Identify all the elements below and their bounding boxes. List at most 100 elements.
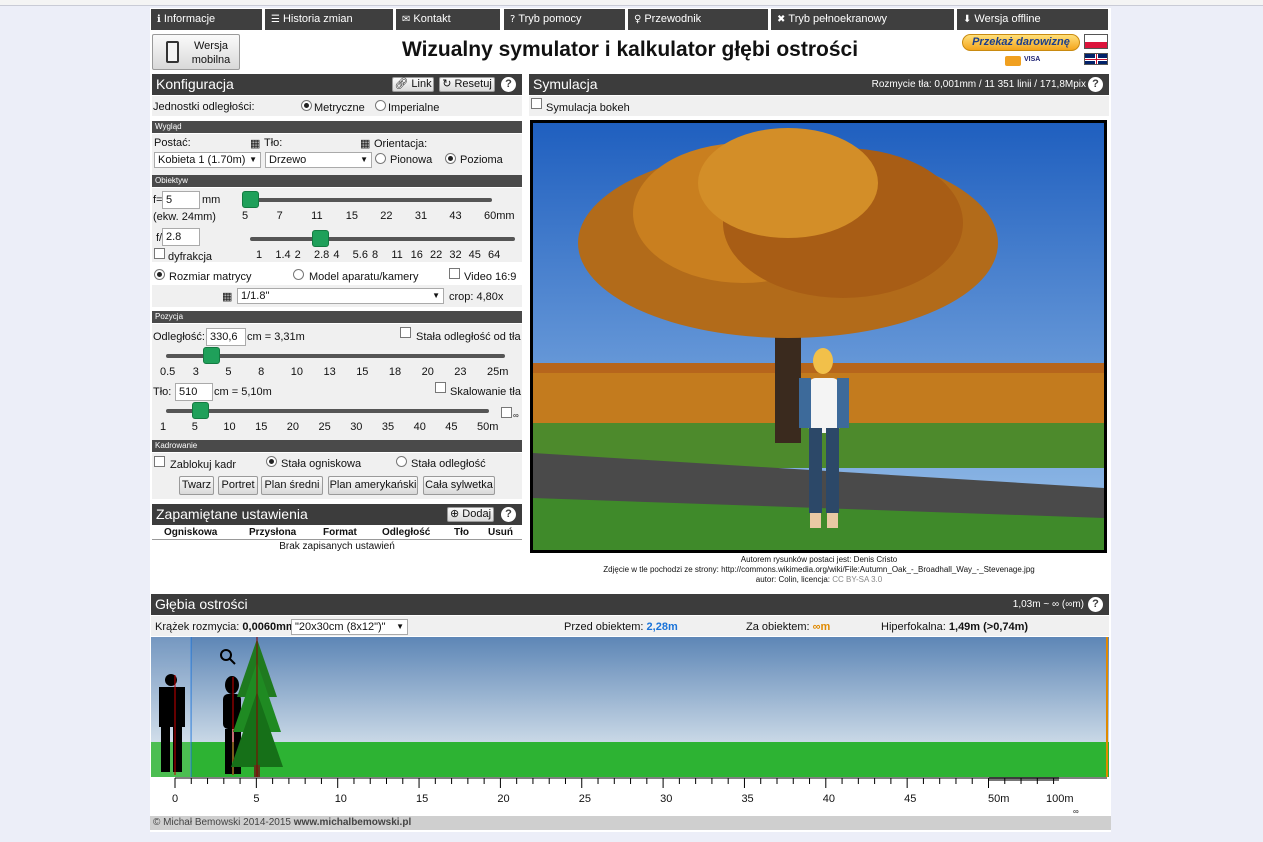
nav-przewodnik[interactable]: ♀ Przewodnik (628, 9, 768, 30)
english-flag-icon[interactable] (1084, 53, 1108, 65)
license-link[interactable]: CC BY-SA 3.0 (832, 575, 882, 584)
orientation-landscape-radio[interactable] (445, 153, 456, 164)
aperture-tick-label: 16 (410, 249, 423, 261)
chevron-down-icon: ▼ (360, 155, 368, 164)
nav-historia-zmian[interactable]: ☰ Historia zmian (265, 9, 393, 30)
reset-button[interactable]: ↻ Resetuj (439, 77, 495, 92)
scale-infinity-label: ∞ (1073, 807, 1079, 815)
fixed-distance-label: Stała odległość od tła (416, 331, 521, 343)
focal-tick-label: 31 (414, 210, 428, 222)
sensor-select[interactable]: 1/1.8" ▼ (237, 288, 444, 304)
config-help-icon[interactable]: ? (501, 77, 516, 92)
print-size-select[interactable]: "20x30cm (8x12")" ▼ (291, 619, 408, 635)
lock-frame-checkbox[interactable] (154, 456, 165, 467)
background-distance-input[interactable]: 510 (175, 383, 213, 401)
focal-slider-ticks: 5 7 11 15 22 31 43 60mm (242, 210, 515, 222)
aperture-input[interactable]: 2.8 (162, 228, 200, 246)
nav-tryb-pelnoekranowy[interactable]: ✖ Tryb pełnoekranowy (771, 9, 954, 30)
fullscreen-icon: ✖ (777, 14, 786, 25)
background-tick-label: 30 (350, 421, 363, 433)
distance-tick-label: 13 (323, 366, 336, 378)
link-button[interactable]: 🔗︎ Link (392, 77, 434, 92)
infinity-checkbox[interactable] (501, 407, 512, 418)
framing-american-shot-button[interactable]: Plan amerykański (328, 476, 418, 495)
aperture-slider-track[interactable] (250, 237, 515, 241)
polish-flag-icon[interactable] (1084, 34, 1108, 49)
saved-table-header: Ogniskowa Przysłona Format Odległość Tło… (152, 527, 522, 540)
fixed-distance-radio[interactable] (396, 456, 407, 467)
browser-top-strip (0, 0, 1263, 6)
scale-label: 25 (578, 793, 591, 805)
mobile-version-label: Wersja mobilna (191, 40, 231, 66)
author-website-link[interactable]: www.michalbemowski.pl (294, 817, 411, 828)
background-slider-track[interactable] (166, 409, 489, 413)
aperture-tick-label: 45 (468, 249, 481, 261)
distance-tick-label: 5 (225, 366, 232, 378)
background-distance-label: Tło: (153, 386, 172, 398)
fixed-focal-radio[interactable] (266, 456, 277, 467)
diffraction-checkbox[interactable] (154, 248, 165, 259)
background-slider-handle[interactable] (192, 402, 209, 419)
framing-medium-shot-button[interactable]: Plan średni (261, 476, 323, 495)
aperture-tick-label: 32 (449, 249, 462, 261)
grid-icon: ▦ (360, 138, 371, 150)
nav-wersja-offline[interactable]: ⬇ Wersja offline (957, 9, 1108, 30)
mobile-version-button[interactable]: Wersja mobilna (152, 34, 240, 70)
background-select[interactable]: Drzewo ▼ (265, 152, 372, 168)
focal-tick-label: 60mm (484, 210, 515, 222)
framing-full-body-button[interactable]: Cała sylwetka (423, 476, 495, 495)
sensor-size-radio[interactable] (154, 269, 165, 280)
background-tick-label: 5 (191, 421, 198, 433)
orientation-landscape-label: Pozioma (460, 154, 503, 166)
diffraction-label: dyfrakcja (168, 251, 213, 263)
distance-slider-handle[interactable] (203, 347, 221, 364)
distance-input[interactable]: 330,6 (206, 328, 246, 346)
focal-slider-track[interactable] (242, 198, 492, 202)
page-title: Wizualny symulator i kalkulator głębi os… (401, 38, 859, 61)
chevron-down-icon: ▼ (249, 155, 257, 164)
saved-help-icon[interactable]: ? (501, 507, 516, 522)
fixed-distance-checkbox[interactable] (400, 327, 411, 338)
visa-icon: VISA (1024, 56, 1041, 63)
focal-unit: mm (202, 194, 221, 206)
aperture-tick-label: 5.6 (352, 249, 368, 261)
background-tick-label: 1 (160, 421, 167, 433)
focal-slider-handle[interactable] (242, 191, 259, 208)
video-checkbox[interactable] (449, 268, 460, 279)
focal-tick-label: 7 (276, 210, 283, 222)
figure-select[interactable]: Kobieta 1 (1.70m) ▼ (154, 152, 261, 168)
camera-model-label: Model aparatu/kamery (309, 271, 419, 283)
donate-button[interactable]: Przekaż darowiznę (962, 34, 1080, 51)
units-label: Jednostki odległości: (153, 101, 255, 113)
distance-tick-label: 0.5 (160, 366, 176, 378)
scale-label: 50m (988, 793, 1010, 805)
dof-help-icon[interactable]: ? (1088, 597, 1103, 612)
nav-informacje[interactable]: ℹ Informacje (151, 9, 262, 30)
info-icon: ℹ (157, 14, 161, 25)
figure-label: Postać: (154, 137, 191, 149)
column-format: Format (323, 527, 357, 538)
simulation-help-icon[interactable]: ? (1088, 77, 1103, 92)
column-focal: Ogniskowa (164, 527, 218, 538)
nav-tryb-pomocy[interactable]: ? Tryb pomocy (504, 9, 625, 30)
nav-kontakt[interactable]: ✉ Kontakt (396, 9, 500, 30)
units-metric-radio[interactable] (301, 100, 312, 111)
focal-length-input[interactable]: 5 (162, 191, 200, 209)
bokeh-label: Symulacja bokeh (546, 102, 630, 114)
link-icon: 🔗︎ (394, 78, 409, 90)
distance-tick-label: 23 (454, 366, 467, 378)
focal-tick-label: 43 (449, 210, 462, 222)
bokeh-checkbox[interactable] (531, 98, 542, 109)
camera-model-radio[interactable] (293, 269, 304, 280)
aperture-slider-handle[interactable] (312, 230, 329, 247)
mastercard-icon (1005, 56, 1021, 66)
chevron-down-icon: ▼ (432, 291, 440, 300)
units-imperial-radio[interactable] (375, 100, 386, 111)
add-setting-button[interactable]: ⊕ Dodaj (447, 507, 494, 522)
background-scaling-checkbox[interactable] (435, 382, 446, 393)
background-tick-label: 15 (255, 421, 268, 433)
orientation-portrait-radio[interactable] (375, 153, 386, 164)
framing-face-button[interactable]: Twarz (179, 476, 214, 495)
background-tick-label: 25 (318, 421, 331, 433)
framing-portrait-button[interactable]: Portret (218, 476, 258, 495)
